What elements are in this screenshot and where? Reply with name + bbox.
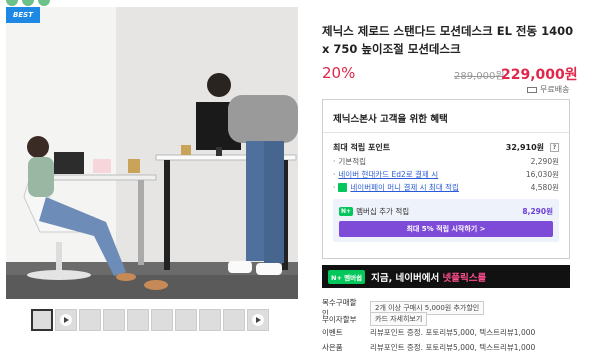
- benefit-row: · 기본적립 2,290원: [333, 157, 559, 166]
- membership-box: N+ 멤버십 추가 적립 8,290원 최대 5% 적립 시작하기 >: [333, 199, 559, 242]
- truck-icon: [527, 86, 537, 93]
- benefit-row-value: 16,030원: [525, 170, 559, 179]
- play-icon: [252, 314, 264, 326]
- thumbnail[interactable]: [55, 309, 77, 331]
- info-key: 무이자할부: [322, 314, 357, 324]
- benefit-panel: 제닉스본사 고객을 위한 혜택 최대 적립 포인트 32,910원 ? · 기본…: [322, 99, 570, 259]
- main-product-image[interactable]: BEST: [6, 7, 298, 299]
- play-icon: [60, 314, 72, 326]
- max-points-row: 최대 적립 포인트 32,910원 ?: [333, 142, 559, 153]
- thumbnail[interactable]: [151, 309, 173, 331]
- membership-badge: N+ 멤버쉽: [328, 269, 366, 284]
- thumbnail[interactable]: [223, 309, 245, 331]
- membership-value: 8,290원: [522, 207, 553, 216]
- promo-banner[interactable]: N+ 멤버쉽 지금, 네이버에서 넷플릭스를: [322, 265, 570, 288]
- thumbnail[interactable]: [175, 309, 197, 331]
- naverpay-benefit-link[interactable]: 네이버페이 머니 결제 시 최대 적립: [350, 182, 459, 193]
- thumbnail[interactable]: [247, 309, 269, 331]
- membership-badge: N+: [339, 207, 354, 216]
- top-decoration: [6, 0, 50, 6]
- max-points-value: 32,910원: [505, 143, 544, 152]
- original-price: 289,000원: [454, 71, 505, 82]
- thumbnail[interactable]: [127, 309, 149, 331]
- sale-price: 229,000원: [501, 67, 578, 83]
- thumbnail[interactable]: [103, 309, 125, 331]
- discount-rate: 20%: [322, 64, 356, 82]
- help-icon[interactable]: ?: [550, 143, 559, 152]
- banner-highlight: 넷플릭스를: [442, 272, 487, 284]
- card-details-button[interactable]: 카드 자세히보기: [370, 312, 428, 326]
- benefit-row-value: 2,290원: [530, 157, 559, 166]
- info-key: 사은품: [322, 343, 343, 352]
- naverpay-icon: [338, 183, 348, 192]
- dot: [38, 0, 50, 6]
- benefit-row-value: 4,580원: [530, 183, 559, 192]
- info-row: 사은품 리뷰포인트 증정. 포토리뷰5,000, 텍스트리뷰1,000: [322, 342, 535, 353]
- banner-text: 지금, 네이버에서: [371, 272, 443, 284]
- info-value: 리뷰포인트 증정. 포토리뷰5,000, 텍스트리뷰1,000: [370, 328, 536, 337]
- info-row: 무이자할부 카드 자세히보기: [322, 312, 428, 326]
- card-benefit-link[interactable]: 네이버 현대카드 Ed2로 결제 시: [338, 169, 438, 180]
- info-key: 이벤트: [322, 328, 343, 337]
- thumbnail[interactable]: [79, 309, 101, 331]
- thumbnail[interactable]: [31, 309, 53, 331]
- info-row: 이벤트 리뷰포인트 증정. 포토리뷰5,000, 텍스트리뷰1,000: [322, 327, 535, 338]
- shipping-info: 무료배송: [527, 84, 569, 95]
- membership-label: 멤버십 추가 적립: [356, 207, 410, 216]
- dot: [6, 0, 18, 6]
- max-points-label: 최대 적립 포인트: [333, 143, 391, 152]
- shipping-label: 무료배송: [540, 85, 570, 94]
- benefit-row-label: 기본적립: [338, 157, 366, 166]
- product-photo: [6, 7, 298, 299]
- dot: [22, 0, 34, 6]
- best-badge: BEST: [6, 7, 40, 23]
- product-title: 제닉스 제로드 스탠다드 모션데스크 EL 전동 1400 x 750 높이조절…: [322, 24, 574, 56]
- thumbnail[interactable]: [199, 309, 221, 331]
- membership-start-button[interactable]: 최대 5% 적립 시작하기 >: [339, 221, 553, 237]
- benefit-row: · 네이버 현대카드 Ed2로 결제 시 16,030원: [333, 169, 559, 180]
- info-value: 리뷰포인트 증정. 포토리뷰5,000, 텍스트리뷰1,000: [370, 343, 536, 352]
- divider: [323, 132, 569, 133]
- thumbnail-strip: [31, 309, 269, 331]
- benefit-title: 제닉스본사 고객을 위한 혜택: [333, 114, 448, 125]
- benefit-row: · 네이버페이 머니 결제 시 최대 적립 4,580원: [333, 182, 559, 193]
